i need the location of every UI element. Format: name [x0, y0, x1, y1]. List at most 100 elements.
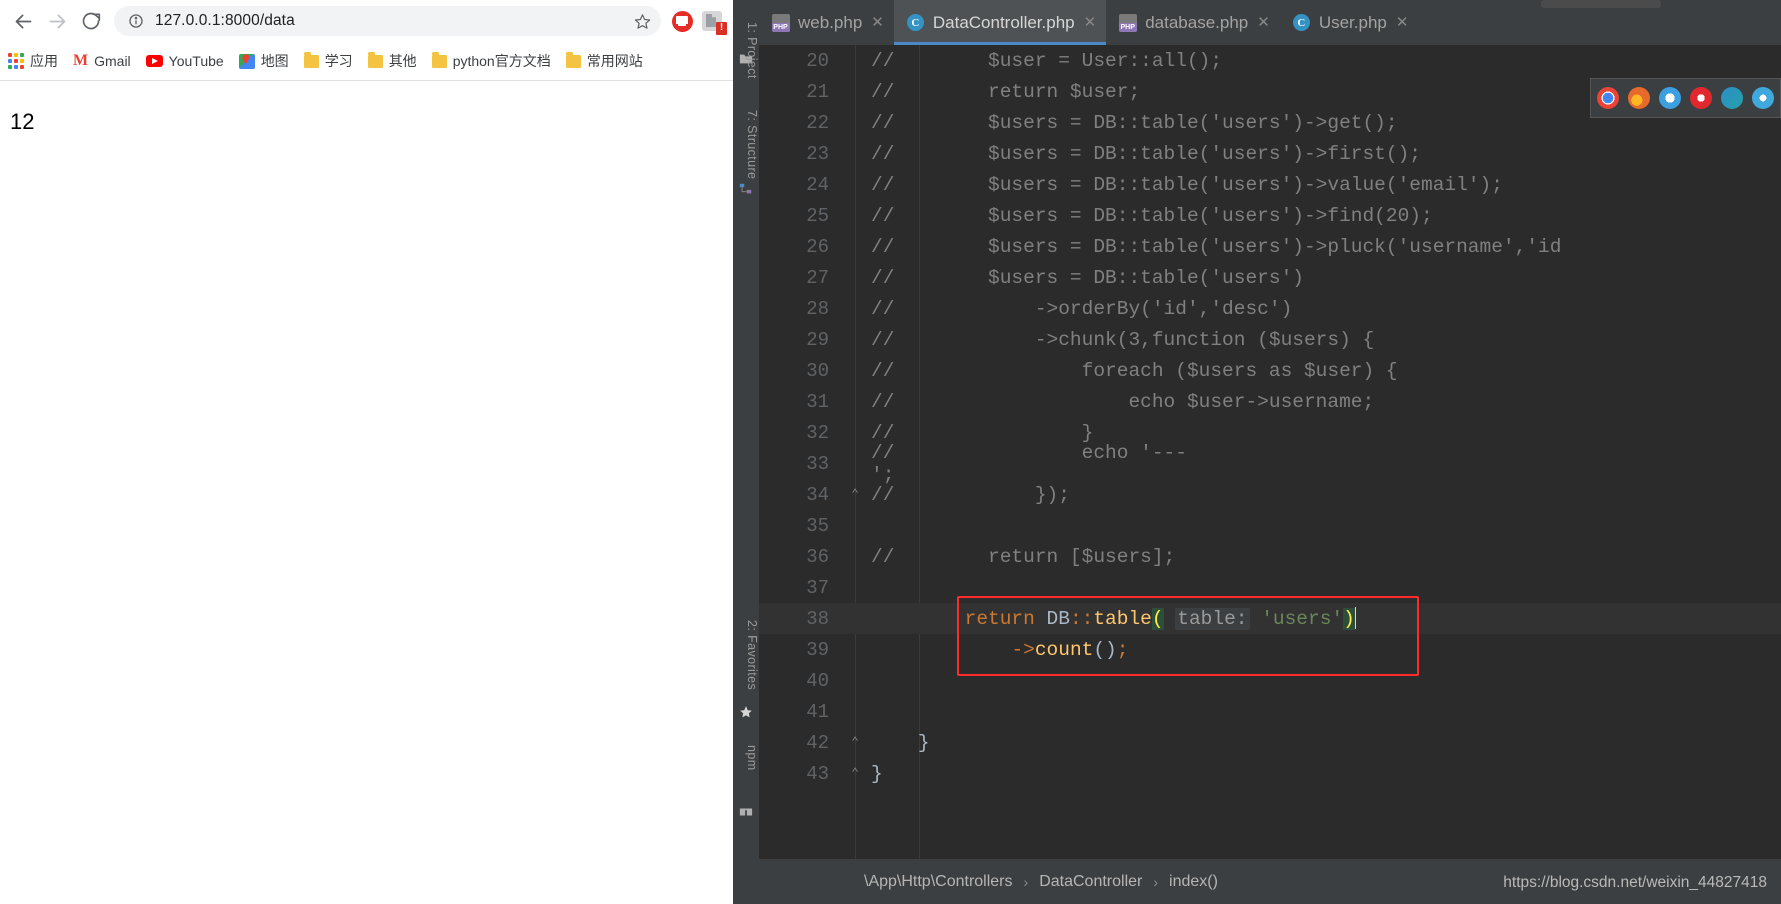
firefox-launch-icon[interactable]: [1628, 87, 1650, 109]
tool-window-strip: 1: Project 7: Structure 2: Favorites npm: [733, 0, 759, 904]
close-icon[interactable]: ✕: [871, 15, 884, 30]
line-number: 25: [806, 204, 829, 227]
extension-puzzle-icon[interactable]: !: [697, 6, 727, 36]
code-fold-icon[interactable]: ⌃: [843, 488, 867, 501]
close-icon[interactable]: ✕: [1257, 15, 1270, 30]
breadcrumb-item-method[interactable]: index(): [1169, 873, 1218, 891]
line-number: 41: [806, 700, 829, 723]
chevron-right-icon: ›: [1153, 873, 1159, 890]
line-number: 35: [806, 514, 829, 537]
code-line[interactable]: 25 // $users = DB::table('users')->find(2…: [759, 200, 1781, 231]
ie-launch-icon[interactable]: [1752, 87, 1774, 109]
code-line[interactable]: 23 // $users = DB::table('users')->first(…: [759, 138, 1781, 169]
page-info-icon[interactable]: [126, 11, 146, 31]
back-icon[interactable]: [6, 4, 40, 38]
breadcrumb-item-namespace[interactable]: \App\Http\Controllers: [864, 873, 1013, 891]
code-text: // $users = DB::table('users')->first();: [871, 142, 1421, 165]
code-line[interactable]: 35: [759, 510, 1781, 541]
screen-root: 127.0.0.1:8000/data ! 应用 M Gmail YouTube…: [0, 0, 1781, 904]
code-line[interactable]: 20 // $user = User::all();: [759, 45, 1781, 76]
gmail-icon: M: [73, 52, 89, 69]
code-line[interactable]: 33// echo '--- ';: [759, 442, 1781, 486]
php-file-icon: [771, 13, 790, 32]
browser-toolbar: 127.0.0.1:8000/data !: [0, 0, 733, 42]
npm-icon: [739, 805, 753, 819]
address-bar[interactable]: 127.0.0.1:8000/data: [114, 6, 661, 36]
code-line[interactable]: 31 // echo $user->username;: [759, 386, 1781, 417]
code-line[interactable]: 27 // $users = DB::table('users'): [759, 262, 1781, 293]
code-line[interactable]: 34 ⌃ // });: [759, 479, 1781, 510]
line-number: 33: [806, 452, 829, 475]
close-icon[interactable]: ✕: [1396, 15, 1409, 30]
tool-window-structure[interactable]: 7: Structure: [733, 110, 759, 179]
forward-icon[interactable]: [40, 4, 74, 38]
code-line[interactable]: 38 return DB::table( table: 'users'): [759, 603, 1781, 634]
code-editor[interactable]: 20// $user = User::all(); 21// return $us…: [759, 45, 1781, 859]
line-number: 22: [806, 111, 829, 134]
code-text: ->count();: [1011, 638, 1129, 661]
code-text: // $users = DB::table('users')->pluck('u…: [871, 235, 1562, 258]
page-viewport: 12: [0, 81, 733, 904]
code-line[interactable]: 40: [759, 665, 1781, 696]
code-line[interactable]: 28 // ->orderBy('id','desc'): [759, 293, 1781, 324]
code-line[interactable]: 43 ⌃}: [759, 758, 1781, 789]
code-line[interactable]: 39 ->count();: [759, 634, 1781, 665]
bookmark-star-icon[interactable]: [629, 8, 655, 34]
tab-web-php[interactable]: web.php ✕: [759, 0, 894, 45]
bookmark-gmail[interactable]: M Gmail: [73, 52, 131, 70]
code-line[interactable]: 26 // $users = DB::table('users')->pluck(…: [759, 231, 1781, 262]
folder-icon: [565, 52, 581, 68]
code-text: return DB::table( table: 'users'): [964, 607, 1357, 630]
close-icon[interactable]: ✕: [1084, 15, 1097, 30]
code-line[interactable]: 36 // return [$users];: [759, 541, 1781, 572]
safari-launch-icon[interactable]: [1659, 87, 1681, 109]
bookmark-folder-common-sites[interactable]: 常用网站: [565, 51, 643, 71]
code-text: // $users = DB::table('users'): [871, 266, 1304, 289]
address-bar-url[interactable]: 127.0.0.1:8000/data: [146, 12, 629, 30]
line-number: 43: [806, 762, 829, 785]
open-in-browser-popup: [1590, 78, 1781, 118]
tab-user-php[interactable]: C User.php ✕: [1280, 0, 1419, 45]
bookmark-label: YouTube: [168, 53, 224, 69]
code-text: }: [917, 731, 930, 754]
tab-scroll-indicator[interactable]: [1541, 0, 1661, 8]
code-line[interactable]: 42 ⌃ }: [759, 727, 1781, 758]
bookmark-maps[interactable]: 地图: [238, 51, 289, 71]
code-line[interactable]: 24 // $users = DB::table('users')->value(…: [759, 169, 1781, 200]
bookmark-youtube[interactable]: YouTube: [145, 53, 224, 69]
breadcrumb-item-class[interactable]: DataController: [1039, 873, 1142, 891]
code-text: // return [$users];: [871, 545, 1176, 568]
bookmark-folder-study[interactable]: 学习: [303, 51, 353, 71]
code-line[interactable]: 37: [759, 572, 1781, 603]
tab-database-php[interactable]: database.php ✕: [1106, 0, 1280, 45]
tool-window-project[interactable]: 1: Project: [733, 22, 759, 79]
google-maps-icon: [238, 53, 255, 69]
adblock-extension-icon[interactable]: [667, 6, 697, 36]
code-text: // }: [871, 421, 1094, 444]
code-line[interactable]: 29 // ->chunk(3,function ($users) {: [759, 324, 1781, 355]
line-number: 24: [806, 173, 829, 196]
reload-icon[interactable]: [74, 4, 108, 38]
apps-grid-icon: [8, 53, 24, 69]
code-line[interactable]: 41: [759, 696, 1781, 727]
line-number: 31: [806, 390, 829, 413]
phpstorm-window: 1: Project 7: Structure 2: Favorites npm…: [733, 0, 1781, 904]
bookmark-label: 应用: [30, 53, 58, 69]
tool-window-favorites[interactable]: 2: Favorites: [733, 620, 759, 690]
edge-launch-icon[interactable]: [1721, 87, 1743, 109]
tool-window-npm[interactable]: npm: [733, 745, 759, 771]
tab-datacontroller-php[interactable]: C DataController.php ✕: [893, 0, 1107, 45]
php-class-icon: C: [906, 13, 925, 32]
bookmark-folder-other[interactable]: 其他: [367, 51, 417, 71]
bookmark-folder-python-docs[interactable]: python官方文档: [431, 51, 551, 71]
opera-launch-icon[interactable]: [1690, 87, 1712, 109]
bookmark-apps[interactable]: 应用: [8, 51, 58, 71]
chevron-right-icon: ›: [1023, 873, 1029, 890]
code-text: // echo $user->username;: [871, 390, 1375, 413]
line-number: 32: [806, 421, 829, 444]
code-line[interactable]: 30 // foreach ($users as $user) {: [759, 355, 1781, 386]
chrome-launch-icon[interactable]: [1597, 87, 1619, 109]
code-fold-icon[interactable]: ⌃: [843, 767, 867, 780]
bookmark-label: python官方文档: [452, 53, 551, 69]
code-fold-icon[interactable]: ⌃: [843, 736, 867, 749]
